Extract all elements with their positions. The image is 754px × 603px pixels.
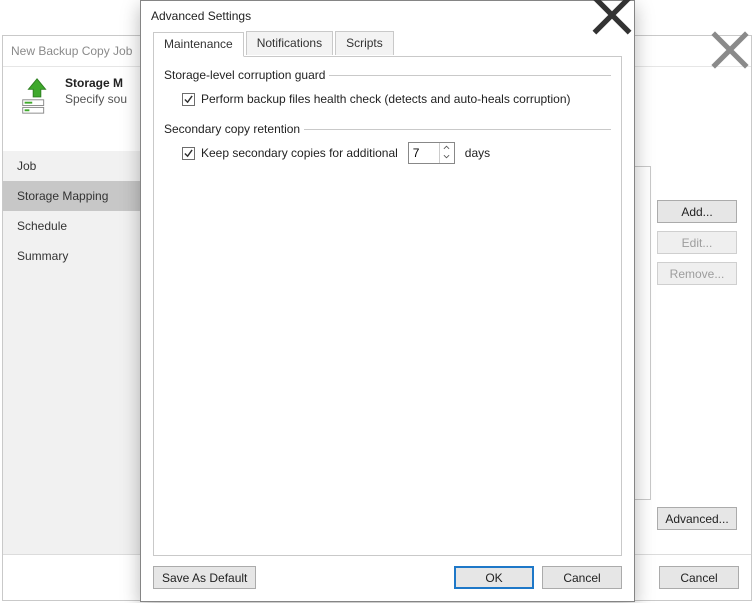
health-check-checkbox-row[interactable]: Perform backup files health check (detec… bbox=[164, 88, 611, 110]
edit-button: Edit... bbox=[657, 231, 737, 254]
keep-copies-checkbox[interactable] bbox=[182, 147, 195, 160]
tab-notifications[interactable]: Notifications bbox=[246, 31, 333, 55]
nav-item-summary[interactable]: Summary bbox=[3, 241, 143, 271]
page-subtitle: Specify sou bbox=[65, 92, 127, 106]
group-storage-guard-legend: Storage-level corruption guard bbox=[164, 68, 329, 82]
ok-button[interactable]: OK bbox=[454, 566, 534, 589]
advanced-settings-dialog: Advanced Settings Maintenance Notificati… bbox=[140, 0, 635, 602]
remove-button: Remove... bbox=[657, 262, 737, 285]
wizard-close-icon[interactable] bbox=[709, 36, 751, 64]
health-check-checkbox[interactable] bbox=[182, 93, 195, 106]
page-title: Storage M bbox=[65, 76, 127, 90]
nav-item-schedule[interactable]: Schedule bbox=[3, 211, 143, 241]
advanced-button[interactable]: Advanced... bbox=[657, 507, 737, 530]
tab-maintenance[interactable]: Maintenance bbox=[153, 32, 244, 57]
nav-item-storage-mapping[interactable]: Storage Mapping bbox=[3, 181, 143, 211]
wizard-cancel-button[interactable]: Cancel bbox=[659, 566, 739, 589]
keep-copies-row: Keep secondary copies for additional day… bbox=[164, 142, 611, 164]
retention-days-input[interactable] bbox=[409, 143, 439, 163]
retention-days-spinner[interactable] bbox=[408, 142, 455, 164]
dialog-titlebar: Advanced Settings bbox=[141, 1, 634, 31]
spinner-up-icon[interactable] bbox=[440, 143, 454, 152]
dialog-title: Advanced Settings bbox=[151, 9, 251, 23]
keep-copies-label-pre: Keep secondary copies for additional bbox=[201, 146, 398, 160]
tab-body-maintenance: Storage-level corruption guard Perform b… bbox=[153, 56, 622, 556]
health-check-label: Perform backup files health check (detec… bbox=[201, 92, 571, 106]
wizard-side-nav: Job Storage Mapping Schedule Summary bbox=[3, 151, 143, 555]
dialog-footer: Save As Default OK Cancel bbox=[153, 566, 622, 591]
save-as-default-button[interactable]: Save As Default bbox=[153, 566, 256, 589]
keep-copies-label-post: days bbox=[465, 146, 490, 160]
add-button[interactable]: Add... bbox=[657, 200, 737, 223]
nav-item-job[interactable]: Job bbox=[3, 151, 143, 181]
wizard-window-title: New Backup Copy Job bbox=[11, 44, 132, 58]
cancel-button[interactable]: Cancel bbox=[542, 566, 622, 589]
dialog-close-button[interactable] bbox=[590, 1, 634, 29]
wizard-icon bbox=[17, 76, 57, 116]
tabstrip: Maintenance Notifications Scripts bbox=[153, 31, 622, 57]
spinner-down-icon[interactable] bbox=[440, 152, 454, 161]
group-secondary-retention: Secondary copy retention Keep secondary … bbox=[164, 122, 611, 166]
group-storage-guard: Storage-level corruption guard Perform b… bbox=[164, 68, 611, 112]
tab-scripts[interactable]: Scripts bbox=[335, 31, 394, 55]
group-secondary-retention-legend: Secondary copy retention bbox=[164, 122, 304, 136]
